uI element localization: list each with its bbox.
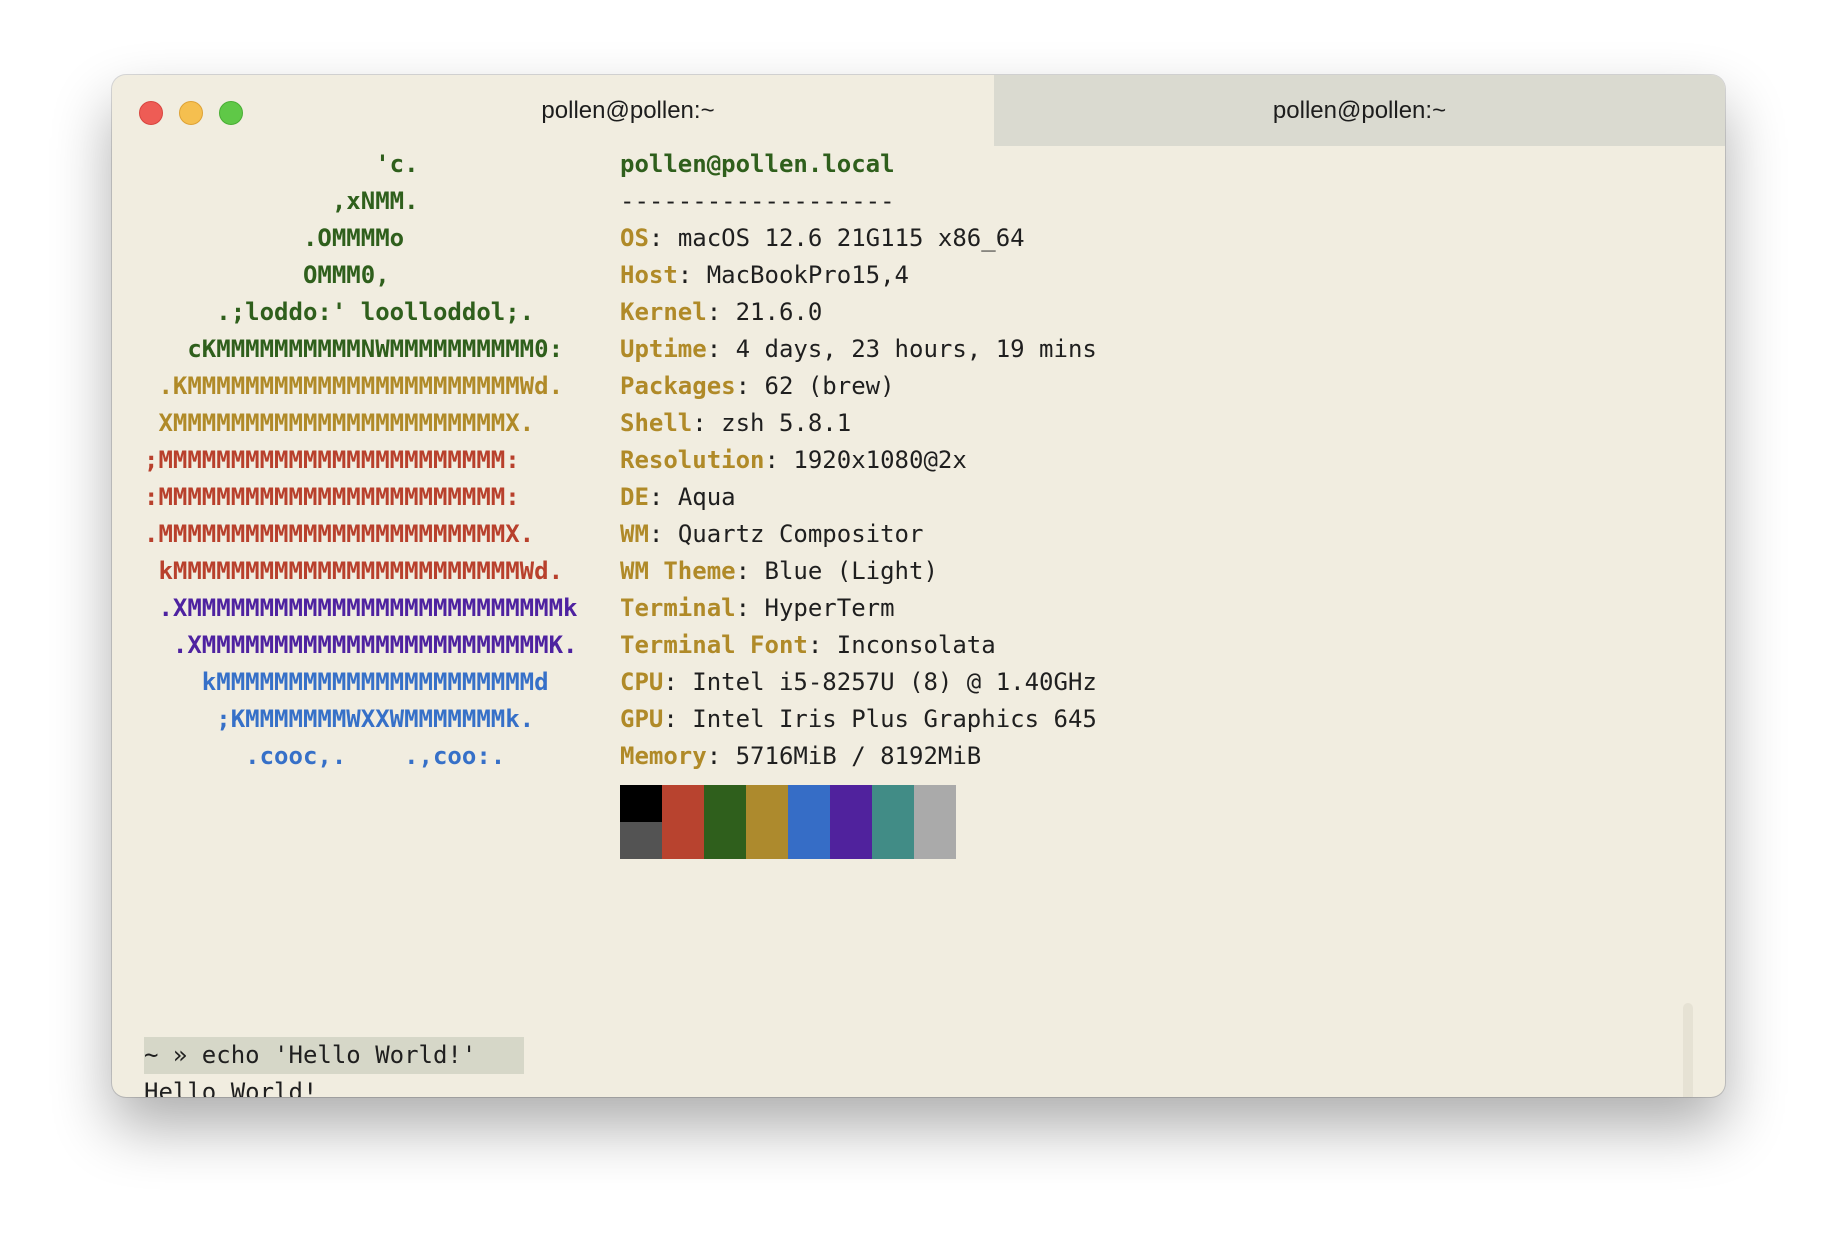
- maximize-button[interactable]: [219, 101, 243, 125]
- tab-active[interactable]: pollen@pollen:~: [262, 75, 994, 146]
- palette-swatch: [662, 822, 704, 859]
- logo-line: cKMMMMMMMMMMNWMMMMMMMMMM0:: [144, 335, 564, 363]
- palette-swatch: [662, 785, 704, 822]
- info-row: WM Theme: Blue (Light): [620, 557, 938, 585]
- info-row: Resolution: 1920x1080@2x: [620, 446, 967, 474]
- info-row: DE: Aqua: [620, 483, 736, 511]
- info-row: WM: Quartz Compositor: [620, 520, 924, 548]
- logo-line: OMMM0,: [144, 261, 390, 289]
- palette-swatch: [704, 822, 746, 859]
- info-key: Terminal Font: [620, 631, 808, 659]
- info-value: 1920x1080@2x: [793, 446, 967, 474]
- info-row: GPU: Intel Iris Plus Graphics 645: [620, 705, 1097, 733]
- info-row: Memory: 5716MiB / 8192MiB: [620, 742, 982, 770]
- info-row: CPU: Intel i5-8257U (8) @ 1.40GHz: [620, 668, 1097, 696]
- logo-line: .;loddo:' loolloddol;.: [144, 298, 535, 326]
- info-key: Kernel: [620, 298, 707, 326]
- logo-line: .XMMMMMMMMMMMMMMMMMMMMMMMMMMk: [144, 594, 578, 622]
- terminal-window: pollen@pollen:~ pollen@pollen:~ 'c. ,xNM…: [112, 75, 1725, 1097]
- logo-line: .XMMMMMMMMMMMMMMMMMMMMMMMMK.: [144, 631, 578, 659]
- terminal-content[interactable]: 'c. ,xNMM. .OMMMMo OMMM0, .;loddo:' lool…: [112, 146, 1725, 1097]
- info-key: CPU: [620, 668, 664, 696]
- palette-swatch: [914, 822, 956, 859]
- info-value: Quartz Compositor: [677, 520, 924, 548]
- info-row: Host: MacBookPro15,4: [620, 261, 909, 289]
- info-row: OS: macOS 12.6 21G115 x86_64: [620, 224, 1025, 252]
- info-row: Terminal: HyperTerm: [620, 594, 895, 622]
- info-value: Intel Iris Plus Graphics 645: [692, 705, 1097, 733]
- info-value: Blue (Light): [764, 557, 938, 585]
- palette-swatch: [830, 785, 872, 822]
- palette-swatch: [746, 785, 788, 822]
- logo-line: ;KMMMMMMMWXXWMMMMMMMk.: [144, 705, 535, 733]
- info-value: 62 (brew): [764, 372, 895, 400]
- info-row: Uptime: 4 days, 23 hours, 19 mins: [620, 335, 1097, 363]
- info-value: 21.6.0: [735, 298, 823, 326]
- palette-swatch: [788, 822, 830, 859]
- logo-line: 'c.: [144, 150, 419, 178]
- info-separator: -------------------: [620, 187, 895, 215]
- tab-inactive[interactable]: pollen@pollen:~: [994, 75, 1725, 146]
- info-value: macOS 12.6 21G115 x86_64: [677, 224, 1025, 252]
- logo-line: .OMMMMo: [144, 224, 405, 252]
- info-key: Resolution: [620, 446, 765, 474]
- palette-swatch: [914, 785, 956, 822]
- info-row: Kernel: 21.6.0: [620, 298, 823, 326]
- command-text: echo 'Hello World!': [201, 1041, 477, 1069]
- command-output: Hello World!: [144, 1078, 318, 1097]
- info-row: Shell: zsh 5.8.1: [620, 409, 852, 437]
- info-value: MacBookPro15,4: [706, 261, 909, 289]
- info-key: WM: [620, 520, 649, 548]
- palette-swatch: [872, 822, 914, 859]
- info-value: Aqua: [677, 483, 736, 511]
- scrollbar[interactable]: [1683, 1003, 1693, 1097]
- palette-swatch: [746, 822, 788, 859]
- palette-swatch: [830, 822, 872, 859]
- info-key: Memory: [620, 742, 707, 770]
- info-row: Terminal Font: Inconsolata: [620, 631, 996, 659]
- minimize-button[interactable]: [179, 101, 203, 125]
- info-key: WM Theme: [620, 557, 736, 585]
- logo-line: XMMMMMMMMMMMMMMMMMMMMMMMX.: [144, 409, 535, 437]
- info-key: GPU: [620, 705, 664, 733]
- info-value: 4 days, 23 hours, 19 mins: [735, 335, 1097, 363]
- logo-line: ;MMMMMMMMMMMMMMMMMMMMMMMM:: [144, 446, 520, 474]
- info-key: Host: [620, 261, 678, 289]
- logo-line: ,xNMM.: [144, 187, 419, 215]
- info-title: pollen@pollen.local: [620, 150, 895, 178]
- info-value: HyperTerm: [764, 594, 895, 622]
- info-value: Intel i5-8257U (8) @ 1.40GHz: [692, 668, 1097, 696]
- logo-line: kMMMMMMMMMMMMMMMMMMMMMMd: [144, 668, 549, 696]
- palette-swatch: [788, 785, 830, 822]
- info-key: Uptime: [620, 335, 707, 363]
- info-key: Packages: [620, 372, 736, 400]
- logo-line: kMMMMMMMMMMMMMMMMMMMMMMMMWd.: [144, 557, 564, 585]
- logo-line: .KMMMMMMMMMMMMMMMMMMMMMMMWd.: [144, 372, 564, 400]
- palette-swatch: [620, 785, 662, 822]
- info-value: 5716MiB / 8192MiB: [735, 742, 982, 770]
- info-key: Terminal: [620, 594, 736, 622]
- palette-swatch: [620, 822, 662, 859]
- info-value: zsh 5.8.1: [721, 409, 852, 437]
- info-key: OS: [620, 224, 649, 252]
- logo-line: .MMMMMMMMMMMMMMMMMMMMMMMMX.: [144, 520, 535, 548]
- title-bar: pollen@pollen:~ pollen@pollen:~: [112, 75, 1725, 146]
- info-value: Inconsolata: [836, 631, 996, 659]
- info-row: Packages: 62 (brew): [620, 372, 895, 400]
- close-button[interactable]: [139, 101, 163, 125]
- info-key: Shell: [620, 409, 693, 437]
- prompt: ~ »: [144, 1041, 202, 1069]
- logo-line: :MMMMMMMMMMMMMMMMMMMMMMMM:: [144, 483, 520, 511]
- command-line: ~ » echo 'Hello World!': [144, 1037, 476, 1074]
- logo-line: .cooc,. .,coo:.: [144, 742, 506, 770]
- info-key: DE: [620, 483, 649, 511]
- palette-swatch: [704, 785, 746, 822]
- palette-swatch: [872, 785, 914, 822]
